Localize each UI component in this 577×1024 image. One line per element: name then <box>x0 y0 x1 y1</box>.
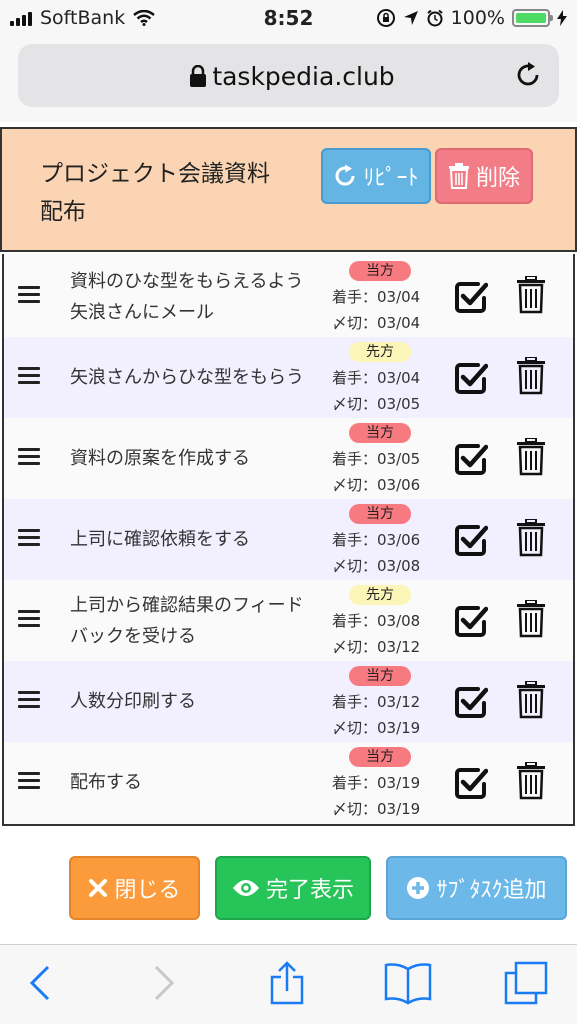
add-subtask-label: ｻﾌﾞﾀｽｸ追加 <box>436 878 547 903</box>
location-icon <box>403 11 418 25</box>
add-subtask-button[interactable]: ｻﾌﾞﾀｽｸ追加 <box>386 856 567 920</box>
address-bar[interactable]: taskpedia.club <box>18 44 559 107</box>
task-row[interactable]: 矢浪さんからひな型をもらう 先方着手：03/04 〆切：03/05 <box>4 337 573 418</box>
start-date: 着手：03/12 <box>332 693 421 711</box>
check-square-icon[interactable] <box>454 604 488 638</box>
delete-project-button[interactable]: 削除 <box>435 148 533 204</box>
due-date: 〆切：03/19 <box>332 719 421 737</box>
trash-icon[interactable] <box>516 681 546 719</box>
trash-icon[interactable] <box>516 762 546 800</box>
task-text: 資料のひな型をもらえるよう矢浪さんにメール <box>70 270 304 323</box>
task-row[interactable]: 上司から確認結果のフィードバックを受ける 先方着手：03/08 〆切：03/12 <box>4 580 573 661</box>
trash-icon[interactable] <box>516 357 546 395</box>
show-completed-button[interactable]: 完了表示 <box>215 856 371 920</box>
refresh-icon <box>336 164 355 186</box>
drag-handle-icon[interactable] <box>18 367 40 385</box>
reload-icon[interactable] <box>513 60 543 90</box>
forward-icon[interactable] <box>142 961 182 1005</box>
task-row[interactable]: 資料の原案を作成する 当方着手：03/05 〆切：03/06 <box>4 418 573 499</box>
battery-percent: 100% <box>450 7 505 29</box>
page-content: プロジェクト会議資料配布 ﾘﾋﾟｰﾄ 削除 資料のひな型をもらえるよう矢浪さんに… <box>0 122 577 944</box>
plus-circle-icon <box>407 877 430 899</box>
charging-bolt-icon <box>557 10 567 26</box>
task-row[interactable]: 上司に確認依頼をする 当方着手：03/06 〆切：03/08 <box>4 499 573 580</box>
drag-handle-icon[interactable] <box>18 286 40 304</box>
check-square-icon[interactable] <box>454 766 488 800</box>
show-completed-label: 完了表示 <box>265 878 354 903</box>
start-date: 着手：03/04 <box>332 288 421 306</box>
task-row[interactable]: 資料のひな型をもらえるよう矢浪さんにメール 当方着手：03/04 〆切：03/04 <box>4 256 573 337</box>
drag-handle-icon[interactable] <box>18 448 40 466</box>
share-icon[interactable] <box>267 961 307 1005</box>
bottom-actions: 閉じる 完了表示 ｻﾌﾞﾀｽｸ追加 <box>0 852 577 922</box>
check-square-icon[interactable] <box>454 685 488 719</box>
drag-handle-icon[interactable] <box>18 529 40 547</box>
start-date: 着手：03/05 <box>332 450 421 468</box>
close-label: 閉じる <box>114 878 181 903</box>
browser-toolbar <box>0 944 577 1024</box>
task-list: 資料のひな型をもらえるよう矢浪さんにメール 当方 着手：03/04 〆切：03/04 矢… <box>2 254 575 826</box>
start-date: 着手：03/06 <box>332 531 421 549</box>
start-date: 着手：03/08 <box>332 612 421 630</box>
tabs-icon[interactable] <box>502 961 550 1005</box>
status-bar: SoftBank 8:52 100% <box>0 0 577 36</box>
start-date: 着手：03/19 <box>332 774 421 792</box>
delete-label: 削除 <box>475 166 520 191</box>
signal-icon <box>10 10 32 26</box>
repeat-label: ﾘﾋﾟｰﾄ <box>363 166 419 191</box>
repeat-button[interactable]: ﾘﾋﾟｰﾄ <box>321 148 431 204</box>
url-text: taskpedia.club <box>212 62 395 91</box>
battery-fill <box>516 13 546 23</box>
eye-icon <box>232 880 259 896</box>
task-text: 資料の原案を作成する <box>70 448 250 469</box>
check-square-icon[interactable] <box>454 361 488 395</box>
trash-icon[interactable] <box>516 519 546 557</box>
status-right: 100% <box>376 7 567 29</box>
task-row[interactable]: 配布する 当方着手：03/19 〆切：03/19 <box>4 742 573 823</box>
trash-icon[interactable] <box>516 438 546 476</box>
carrier-name: SoftBank <box>40 7 126 29</box>
battery-icon <box>512 9 553 27</box>
start-date: 着手：03/04 <box>332 369 421 387</box>
owner-badge: 当方 <box>349 504 411 524</box>
due-date: 〆切：03/05 <box>332 395 421 413</box>
browser-address-area: taskpedia.club <box>0 36 577 122</box>
owner-badge: 先方 <box>349 342 411 362</box>
back-icon[interactable] <box>22 961 62 1005</box>
owner-badge: 当方 <box>349 423 411 443</box>
trash-icon[interactable] <box>516 276 546 314</box>
task-text: 矢浪さんからひな型をもらう <box>70 367 304 388</box>
status-left: SoftBank <box>10 7 155 29</box>
due-date: 〆切：03/06 <box>332 476 421 494</box>
due-date: 〆切：03/19 <box>332 800 421 818</box>
owner-badge: 当方 <box>349 666 411 686</box>
owner-badge: 当方 <box>349 747 411 767</box>
owner-badge: 当方 <box>349 261 411 281</box>
task-text: 人数分印刷する <box>70 691 196 712</box>
drag-handle-icon[interactable] <box>18 610 40 628</box>
project-title: プロジェクト会議資料配布 <box>40 161 270 225</box>
drag-handle-icon[interactable] <box>18 691 40 709</box>
due-date: 〆切：03/04 <box>332 314 421 332</box>
check-square-icon[interactable] <box>454 442 488 476</box>
task-text: 配布する <box>70 772 142 793</box>
check-square-icon[interactable] <box>454 280 488 314</box>
due-date: 〆切：03/08 <box>332 557 421 575</box>
trash-icon <box>448 163 469 189</box>
close-icon <box>89 879 108 897</box>
check-square-icon[interactable] <box>454 523 488 557</box>
due-date: 〆切：03/12 <box>332 638 421 656</box>
task-row[interactable]: 人数分印刷する 当方着手：03/12 〆切：03/19 <box>4 661 573 742</box>
trash-icon[interactable] <box>516 600 546 638</box>
task-text: 上司から確認結果のフィードバックを受ける <box>70 594 304 647</box>
bookmarks-icon[interactable] <box>384 961 432 1005</box>
rotation-lock-icon <box>376 9 395 27</box>
project-header: プロジェクト会議資料配布 ﾘﾋﾟｰﾄ 削除 <box>0 127 577 252</box>
close-button[interactable]: 閉じる <box>69 856 200 920</box>
alarm-icon <box>427 9 443 27</box>
wifi-icon <box>133 10 155 26</box>
drag-handle-icon[interactable] <box>18 772 40 790</box>
task-text: 上司に確認依頼をする <box>70 529 250 550</box>
owner-badge: 先方 <box>349 585 411 605</box>
